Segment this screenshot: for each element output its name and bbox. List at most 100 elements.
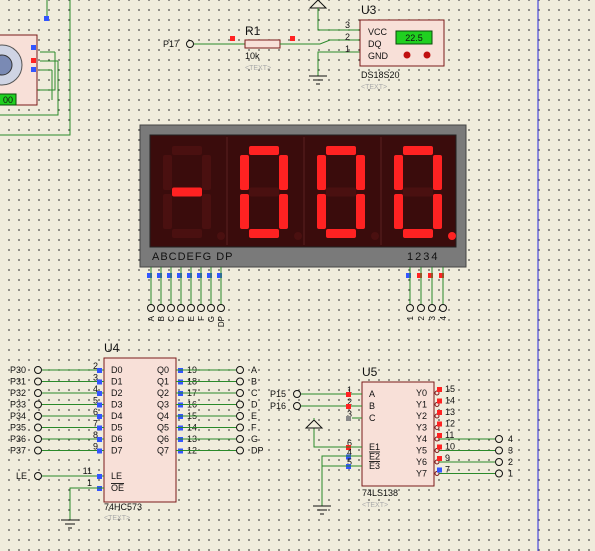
terminal-circle-icon: [236, 423, 244, 432]
segment-d: [249, 229, 279, 238]
segment-pin-label: D: [177, 316, 186, 322]
sensor-part: DS18S20: [361, 70, 400, 80]
latch-input-net: P35: [10, 423, 26, 433]
segment-e: [317, 194, 326, 229]
resistor-value: 10k: [245, 51, 260, 61]
segment-f: [317, 155, 326, 190]
terminal-circle-icon: [34, 423, 42, 432]
pin-marker: [437, 433, 442, 438]
latch-pin-name: D1: [111, 377, 123, 387]
decoder-pin-num: 12: [445, 419, 455, 429]
ground-icon: [61, 519, 79, 529]
power-icon: [308, 0, 328, 9]
terminal-circle-icon: [293, 390, 301, 398]
display-pins: A B C D E F G DP 1 2 3 4: [147, 267, 448, 327]
digit-pin-label: 1: [406, 315, 415, 320]
latch-output-net: B: [251, 377, 257, 387]
terminal-circle-icon: [417, 304, 425, 312]
terminal-circle-icon: [167, 304, 175, 312]
latch-input-net: P30: [10, 365, 26, 375]
decoder-pin-name: Y2: [416, 411, 427, 421]
latch-output-net: D: [251, 400, 258, 410]
latch-pin-name: OE: [111, 483, 124, 493]
decoder-ref: U5: [362, 365, 378, 379]
digit-pin-label: 3: [428, 315, 437, 320]
segment-d: [326, 229, 356, 238]
decoder-pin-name: E2: [369, 452, 380, 462]
seven-segment-display[interactable]: ABCDEFG DP 1234 A B C D E F G DP 1 2 3 4: [139, 124, 467, 327]
segment-e: [394, 194, 403, 229]
latch-pin-name: D6: [111, 434, 123, 444]
resistor-text: <TEXT>: [245, 65, 271, 72]
decimal-point: [448, 232, 456, 240]
schematic-canvas[interactable]: 00 P17 R1 10k <TEXT> U3 3 2 1 VCC DQ GND…: [0, 0, 595, 551]
sensor-u3[interactable]: U3 3 2 1 VCC DQ GND 22.5 DS18S20 <TEXT>: [308, 0, 445, 91]
decoder-pin-name: Y6: [416, 457, 427, 467]
latch-output-net: DP: [251, 446, 264, 456]
segment-a: [172, 146, 202, 155]
wire-vcc: [317, 8, 360, 31]
pin-marker: [437, 398, 442, 404]
decoder-output-net: 4: [508, 434, 513, 444]
decrement-button[interactable]: [403, 51, 411, 59]
latch-u4[interactable]: U4 P30 2 D0P31 3 D1P32 4 D2P33 5 D3P34 6 D4P35 7 D5P…: [10, 341, 264, 529]
sensor-pin-name: DQ: [368, 39, 382, 49]
latch-pin-name: D2: [111, 388, 123, 398]
decoder-u5[interactable]: U5 P15 1 AP16 2 B3 C6 E14 E25 E3Y0 15Y1 14Y2 13Y3 12…: [270, 365, 513, 515]
decoder-pin-name: Y7: [416, 469, 427, 479]
pin-marker: [31, 58, 36, 63]
terminal-circle-icon: [428, 304, 436, 312]
segment-c: [279, 194, 288, 229]
latch-pin-name: Q3: [157, 400, 169, 410]
terminal-circle-icon: [186, 40, 194, 48]
decoder-part: 74LS138: [362, 488, 398, 498]
digit-label: 1234: [407, 251, 439, 263]
pin-marker: [31, 67, 36, 72]
value-display-text: 00: [3, 95, 13, 105]
sensor-pin-num: 1: [345, 44, 350, 54]
segment-pin-label: E: [187, 316, 196, 321]
segment-c: [433, 194, 442, 229]
temperature-readout-text: 22.5: [405, 33, 423, 43]
terminal-circle-icon: [236, 446, 244, 455]
terminal-circle-icon: [236, 435, 244, 443]
latch-input-net: P34: [10, 411, 26, 421]
terminal-circle-icon: [495, 446, 503, 455]
pin-marker: [437, 444, 442, 450]
latch-output-net: C: [251, 388, 258, 398]
decimal-point: [371, 232, 379, 240]
pin-marker: [97, 474, 102, 479]
decoder-input-net: P16: [270, 401, 286, 411]
latch-output-net: E: [251, 411, 257, 421]
terminal-circle-icon: [157, 304, 165, 312]
decoder-pin-num: 13: [445, 407, 455, 417]
latch-pin-name: D7: [111, 446, 123, 456]
segment-pin-label: G: [207, 316, 216, 322]
terminal-circle-icon: [236, 412, 244, 420]
segment-b: [279, 155, 288, 190]
latch-pin-name: Q0: [157, 365, 169, 375]
terminal-circle-icon: [34, 412, 42, 420]
decoder-pin-name: A: [369, 389, 375, 399]
terminal-circle-icon: [147, 304, 155, 312]
terminal-circle-icon: [495, 435, 503, 443]
latch-pin-name: D5: [111, 423, 123, 433]
top-left-fragment[interactable]: 00: [0, 0, 71, 136]
pin-marker: [44, 16, 49, 21]
segment-pin-label: B: [157, 316, 166, 321]
segment-pin-label: C: [167, 316, 176, 322]
latch-pin-name: Q1: [157, 377, 169, 387]
resistor-r1[interactable]: P17 R1 10k <TEXT>: [163, 24, 360, 72]
decoder-pin-name: B: [369, 401, 375, 411]
latch-input-net: P36: [10, 434, 26, 444]
latch-pin-name: D0: [111, 365, 123, 375]
segment-b: [433, 155, 442, 190]
terminal-circle-icon: [236, 366, 244, 374]
latch-pin-name: Q6: [157, 434, 169, 444]
latch-text: <TEXT>: [104, 515, 130, 522]
decoder-pin-name: E1: [369, 442, 380, 452]
terminal-circle-icon: [207, 304, 215, 312]
ground-icon: [313, 505, 331, 515]
decoder-output-net: 3: [508, 446, 513, 456]
increment-button[interactable]: [423, 51, 431, 59]
